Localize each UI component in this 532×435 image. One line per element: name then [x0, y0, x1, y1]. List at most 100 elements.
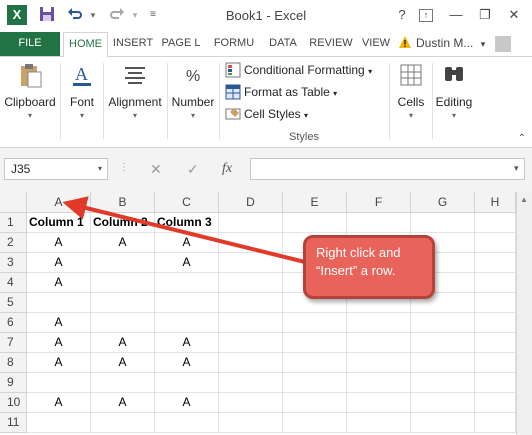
cell-a7[interactable]: A [27, 333, 91, 353]
cell-a9[interactable] [27, 373, 91, 393]
cell-b9[interactable] [91, 373, 155, 393]
column-header-b[interactable]: B [91, 192, 155, 213]
cell-a6[interactable]: A [27, 313, 91, 333]
scroll-up-icon[interactable]: ▲ [520, 195, 528, 204]
cell-g1[interactable] [411, 213, 475, 233]
column-header-f[interactable]: F [347, 192, 411, 213]
cell-c1[interactable]: Column 3 [155, 213, 219, 233]
cell-a8[interactable]: A [27, 353, 91, 373]
cell-h6[interactable] [475, 313, 516, 333]
conditional-formatting-button[interactable]: Conditional Formatting ▾ [225, 60, 372, 80]
cell-e11[interactable] [283, 413, 347, 433]
cell-b7[interactable]: A [91, 333, 155, 353]
vertical-scrollbar[interactable]: ▲ [516, 192, 532, 435]
expand-formula-bar-icon[interactable]: ▾ [514, 163, 519, 174]
cell-f9[interactable] [347, 373, 411, 393]
maximize-button[interactable]: ❐ [474, 5, 496, 25]
cell-c8[interactable]: A [155, 353, 219, 373]
cell-d8[interactable] [219, 353, 283, 373]
cell-g9[interactable] [411, 373, 475, 393]
cell-c6[interactable] [155, 313, 219, 333]
minimize-button[interactable]: — [445, 5, 467, 25]
alignment-group[interactable]: Alignment ▾ [105, 57, 165, 149]
enter-icon[interactable]: ✓ [187, 161, 199, 178]
cell-f10[interactable] [347, 393, 411, 413]
tab-formulas[interactable]: FORMU [208, 32, 260, 56]
cell-d1[interactable] [219, 213, 283, 233]
cell-c3[interactable]: A [155, 253, 219, 273]
cell-h3[interactable] [475, 253, 516, 273]
cell-g8[interactable] [411, 353, 475, 373]
cell-e1[interactable] [283, 213, 347, 233]
cell-d11[interactable] [219, 413, 283, 433]
cell-b1[interactable]: Column 2 [91, 213, 155, 233]
cell-g7[interactable] [411, 333, 475, 353]
cell-e10[interactable] [283, 393, 347, 413]
cell-a11[interactable] [27, 413, 91, 433]
insert-function-button[interactable]: fx [222, 161, 232, 177]
cell-b2[interactable]: A [91, 233, 155, 253]
row-header-7[interactable]: 7 [0, 333, 27, 353]
cell-h10[interactable] [475, 393, 516, 413]
ribbon-display-options-button[interactable]: ↑ [419, 9, 433, 22]
cell-d2[interactable] [219, 233, 283, 253]
cell-h9[interactable] [475, 373, 516, 393]
name-box[interactable]: J35 ▾ [4, 158, 108, 180]
cell-a3[interactable]: A [27, 253, 91, 273]
row-header-4[interactable]: 4 [0, 273, 27, 293]
cell-d3[interactable] [219, 253, 283, 273]
cell-e6[interactable] [283, 313, 347, 333]
tab-file[interactable]: FILE [0, 32, 60, 56]
tab-page-layout[interactable]: PAGE L [158, 32, 204, 56]
cell-g6[interactable] [411, 313, 475, 333]
row-header-2[interactable]: 2 [0, 233, 27, 253]
cell-h5[interactable] [475, 293, 516, 313]
cell-h8[interactable] [475, 353, 516, 373]
cell-a4[interactable]: A [27, 273, 91, 293]
cell-a5[interactable] [27, 293, 91, 313]
cell-d6[interactable] [219, 313, 283, 333]
close-button[interactable]: ✕ [503, 5, 525, 25]
cell-b3[interactable] [91, 253, 155, 273]
cell-b8[interactable]: A [91, 353, 155, 373]
cell-b10[interactable]: A [91, 393, 155, 413]
cell-b5[interactable] [91, 293, 155, 313]
cell-c2[interactable]: A [155, 233, 219, 253]
name-box-caret-icon[interactable]: ▾ [98, 159, 102, 179]
collapse-ribbon-icon[interactable]: ⌃ [518, 133, 526, 144]
cell-d5[interactable] [219, 293, 283, 313]
cell-c11[interactable] [155, 413, 219, 433]
tab-review[interactable]: REVIEW [306, 32, 356, 56]
cell-h11[interactable] [475, 413, 516, 433]
cell-f7[interactable] [347, 333, 411, 353]
column-header-g[interactable]: G [411, 192, 475, 213]
cell-e7[interactable] [283, 333, 347, 353]
cell-d10[interactable] [219, 393, 283, 413]
cell-f1[interactable] [347, 213, 411, 233]
cell-d7[interactable] [219, 333, 283, 353]
help-button[interactable]: ? [391, 5, 413, 25]
editing-group[interactable]: Editing ▾ [433, 57, 475, 149]
formula-input[interactable] [250, 158, 525, 180]
tab-home[interactable]: HOME [63, 32, 108, 57]
cell-c9[interactable] [155, 373, 219, 393]
cell-d9[interactable] [219, 373, 283, 393]
cell-a1[interactable]: Column 1 [27, 213, 91, 233]
cell-h4[interactable] [475, 273, 516, 293]
cell-c4[interactable] [155, 273, 219, 293]
cell-c10[interactable]: A [155, 393, 219, 413]
cell-f8[interactable] [347, 353, 411, 373]
column-header-h[interactable]: H [475, 192, 516, 213]
column-header-e[interactable]: E [283, 192, 347, 213]
tab-insert[interactable]: INSERT [110, 32, 156, 56]
font-group[interactable]: A Font ▾ [63, 57, 101, 149]
tab-data[interactable]: DATA [264, 32, 302, 56]
number-group[interactable]: % Number ▾ [168, 57, 218, 149]
cell-e8[interactable] [283, 353, 347, 373]
row-header-9[interactable]: 9 [0, 373, 27, 393]
cell-c7[interactable]: A [155, 333, 219, 353]
cell-h7[interactable] [475, 333, 516, 353]
cell-a10[interactable]: A [27, 393, 91, 413]
cell-f6[interactable] [347, 313, 411, 333]
cancel-icon[interactable]: ✕ [150, 161, 162, 178]
